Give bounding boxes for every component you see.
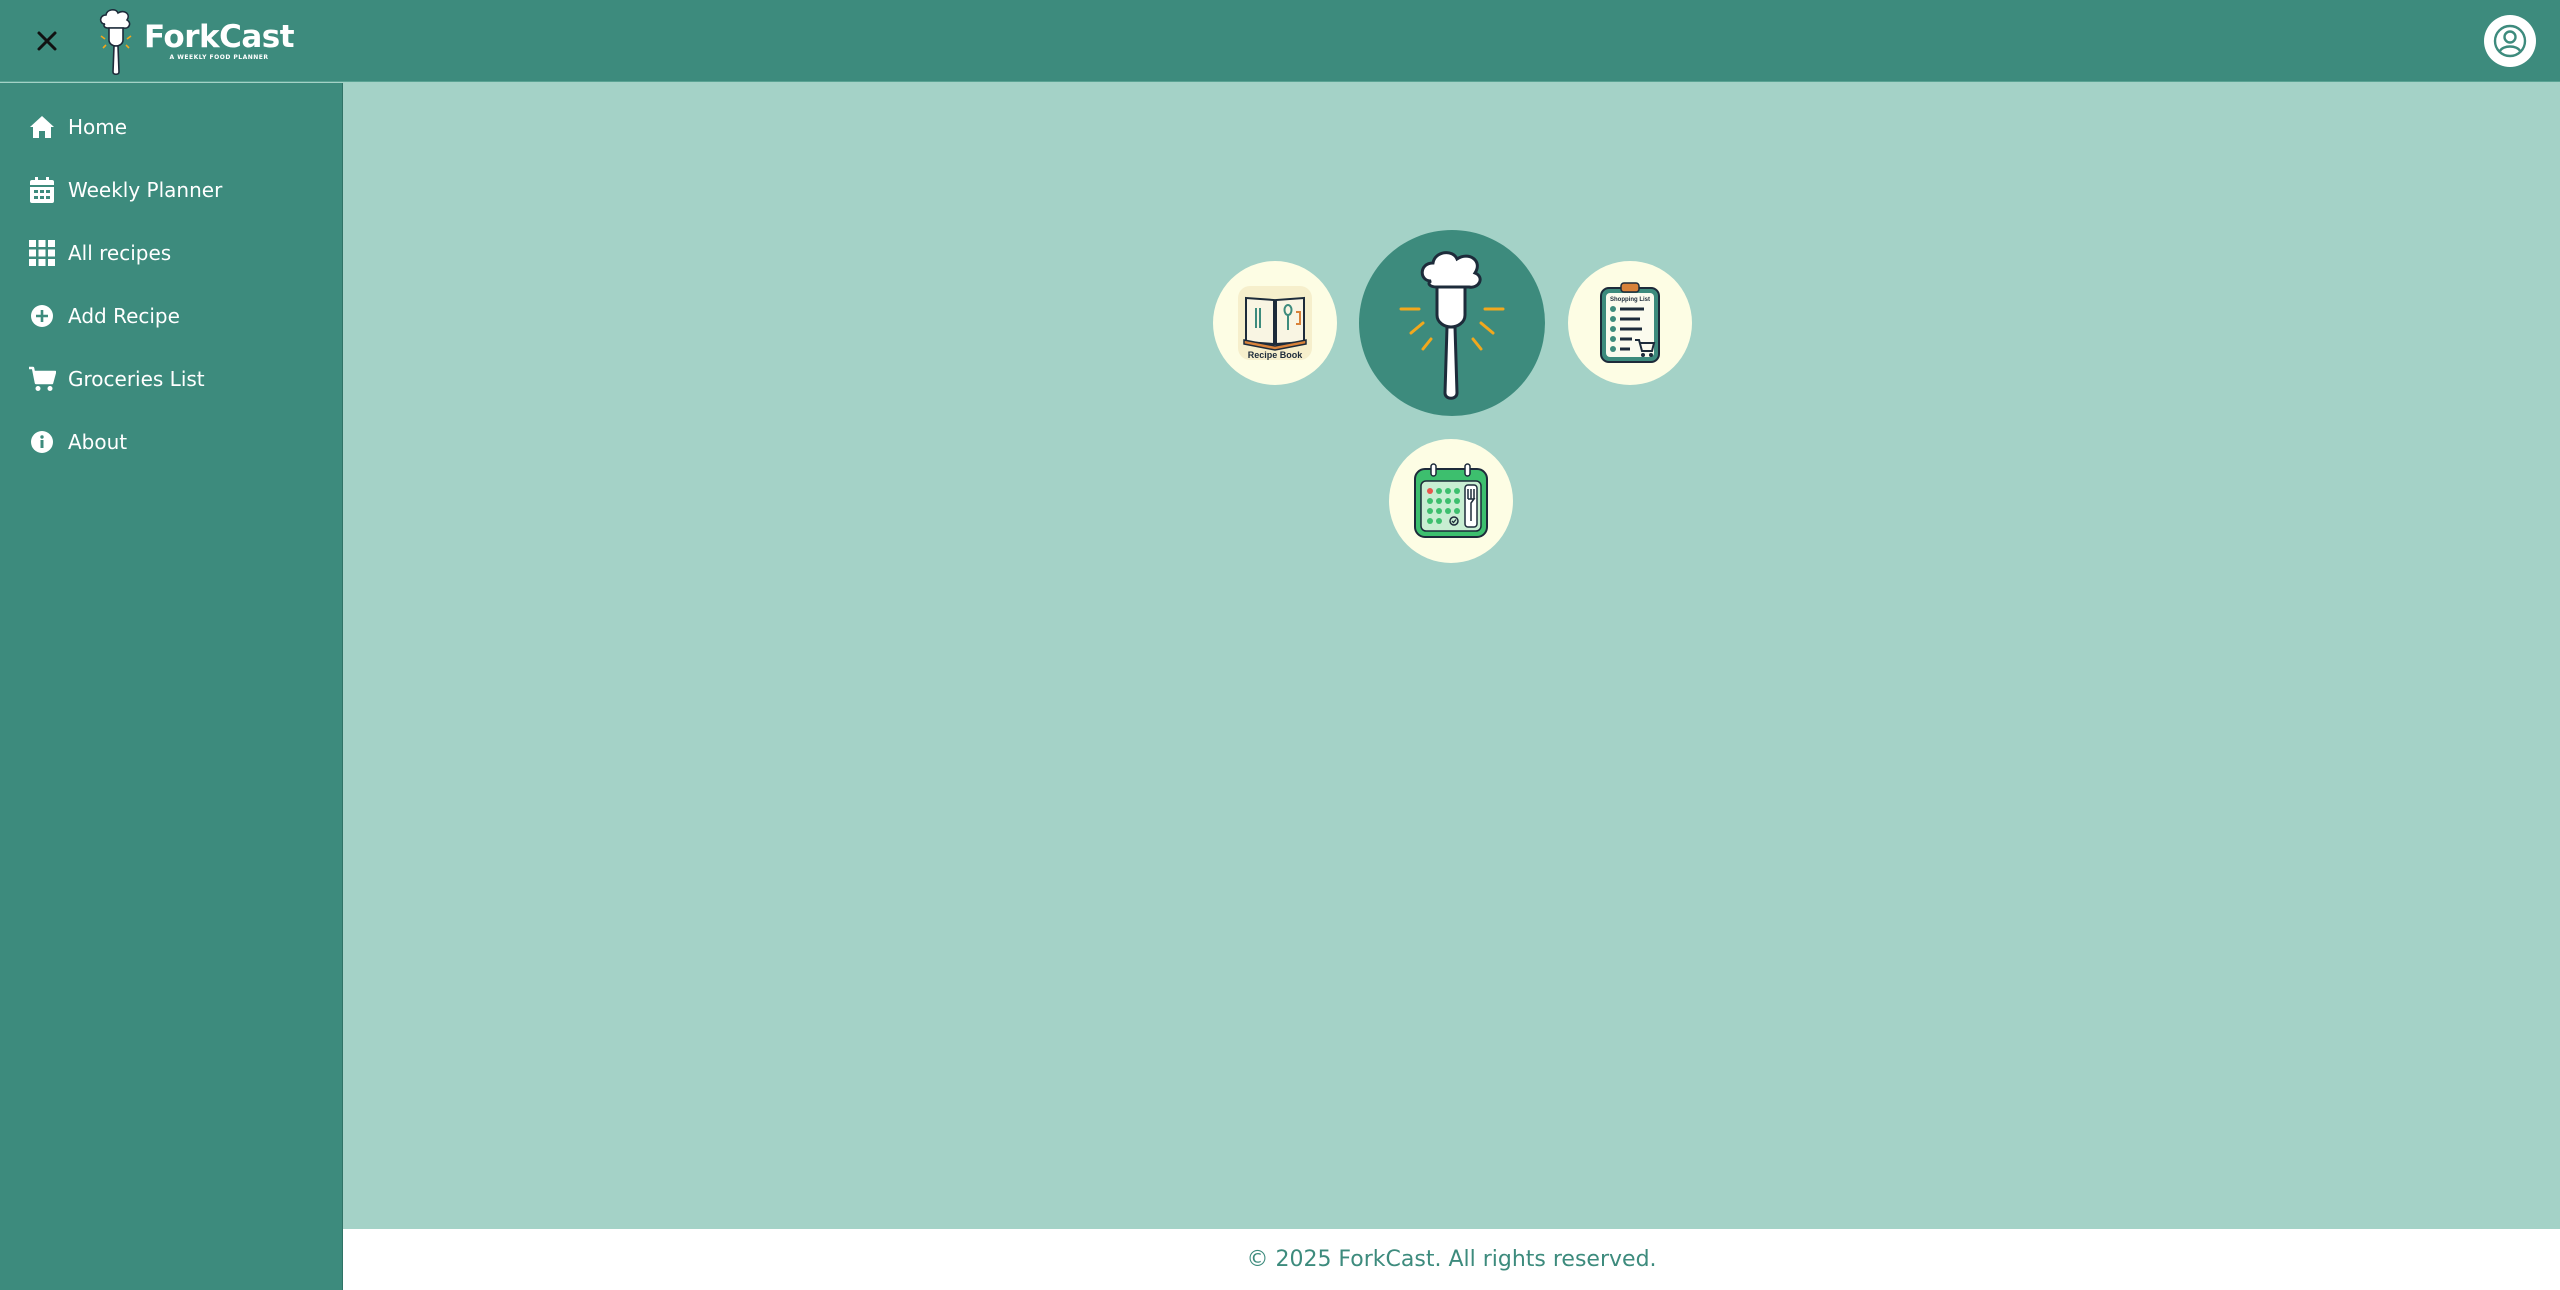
sidebar: Home Weekly Planner All recipes Add Reci… [0,83,343,1290]
cart-icon [27,364,57,394]
close-menu-button[interactable] [28,22,66,60]
user-avatar-button[interactable] [2484,15,2536,67]
home-hub-button[interactable] [1359,230,1545,416]
shopping-list-label: Shopping List [1610,297,1650,303]
recipe-book-button[interactable]: Recipe Book [1213,261,1337,385]
footer: © 2025 ForkCast. All rights reserved. [343,1229,2560,1290]
sidebar-item-label: About [68,429,128,454]
chef-fork-icon [1399,251,1505,400]
logo-title: ForkCast [144,19,295,55]
recipe-book-icon: Recipe Book [1238,286,1312,360]
app-logo[interactable]: ForkCast A WEEKLY FOOD PLANNER [94,6,295,76]
shopping-list-icon: Shopping List [1600,282,1660,363]
chef-fork-logo-icon [99,9,132,76]
info-icon [27,427,57,457]
close-icon [37,31,57,51]
recipe-book-label: Recipe Book [1248,350,1304,360]
sidebar-item-weekly-planner[interactable]: Weekly Planner [0,158,342,221]
sidebar-item-about[interactable]: About [0,410,342,473]
shopping-list-button[interactable]: Shopping List [1568,261,1692,385]
sidebar-item-label: All recipes [68,240,172,265]
home-icon [27,112,57,142]
grid-icon [27,238,57,268]
user-circle-icon [2493,24,2527,58]
sidebar-item-all-recipes[interactable]: All recipes [0,221,342,284]
sidebar-item-home[interactable]: Home [0,95,342,158]
meal-calendar-icon [1414,463,1488,538]
meal-planner-button[interactable] [1389,439,1513,563]
sidebar-item-label: Groceries List [68,366,205,391]
sidebar-item-add-recipe[interactable]: Add Recipe [0,284,342,347]
top-bar: ForkCast A WEEKLY FOOD PLANNER [0,0,2560,82]
sidebar-item-label: Home [68,114,128,139]
logo-text: ForkCast A WEEKLY FOOD PLANNER [144,19,295,62]
sidebar-item-label: Weekly Planner [68,177,223,202]
footer-copyright: © 2025 ForkCast. All rights reserved. [1246,1247,1657,1272]
logo-tagline: A WEEKLY FOOD PLANNER [169,54,269,61]
sidebar-item-label: Add Recipe [68,303,180,328]
plus-circle-icon [27,301,57,331]
main-content: Recipe Book Shopping List [343,83,2560,1229]
sidebar-item-groceries-list[interactable]: Groceries List [0,347,342,410]
calendar-icon [27,175,57,205]
